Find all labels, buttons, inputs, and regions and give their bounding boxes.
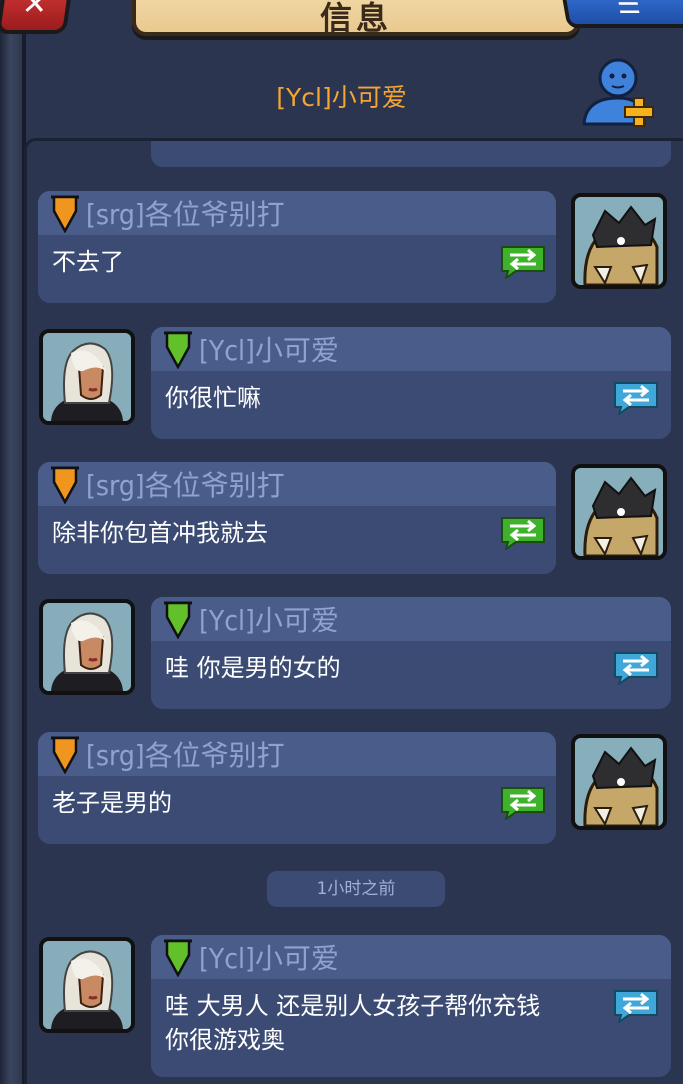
avatar-partner[interactable] <box>39 937 135 1033</box>
message-header: [srg]各位爷别打 <box>38 462 556 506</box>
settings-button[interactable]: ☰ <box>558 0 683 28</box>
message-bubble-partial <box>151 141 671 167</box>
sender-name: [Ycl]小可爱 <box>199 942 339 975</box>
white-hair-girl-avatar-image <box>43 603 131 691</box>
message-header: [Ycl]小可爱 <box>151 597 671 641</box>
sender-name: [srg]各位爷别打 <box>86 198 285 231</box>
message-text: 除非你包首冲我就去 <box>52 519 268 547</box>
message-bubble: [srg]各位爷别打 除非你包首冲我就去 <box>38 462 556 574</box>
rock-creature-avatar-image <box>575 738 663 826</box>
close-icon: ✕ <box>20 0 51 22</box>
message-text: 不去了 <box>52 248 124 276</box>
rock-creature-avatar-image <box>575 468 663 556</box>
rank-flag-icon <box>164 601 192 639</box>
share-arrows-icon[interactable] <box>498 243 548 279</box>
timestamp-chip: 1小时之前 <box>267 871 445 907</box>
share-arrows-icon[interactable] <box>498 514 548 550</box>
share-arrows-icon[interactable] <box>611 987 661 1023</box>
rank-flag-icon <box>51 466 79 504</box>
avatar-partner[interactable] <box>39 329 135 425</box>
menu-icon: ☰ <box>614 0 643 20</box>
share-arrows-icon[interactable] <box>498 784 548 820</box>
message-header: [srg]各位爷别打 <box>38 732 556 776</box>
rank-flag-icon <box>164 331 192 369</box>
chat-message-list[interactable]: [srg]各位爷别打 不去了 [Ycl]小可爱 你很忙嘛 [srg]各位爷别打 … <box>24 138 683 1084</box>
message-text: 哇 你是男的女的 <box>165 654 341 682</box>
close-button[interactable]: ✕ <box>0 0 75 34</box>
sender-name: [srg]各位爷别打 <box>86 739 285 772</box>
avatar-opponent[interactable] <box>571 193 667 289</box>
add-friend-icon[interactable] <box>578 58 660 128</box>
avatar-opponent[interactable] <box>571 464 667 560</box>
message-bubble: [srg]各位爷别打 不去了 <box>38 191 556 303</box>
left-frame <box>0 0 26 1084</box>
white-hair-girl-avatar-image <box>43 333 131 421</box>
message-text: 老子是男的 <box>52 789 172 817</box>
title-banner: 信息 <box>132 0 580 36</box>
sender-name: [Ycl]小可爱 <box>199 604 339 637</box>
share-arrows-icon[interactable] <box>611 379 661 415</box>
message-bubble: [Ycl]小可爱 你很忙嘛 <box>151 327 671 439</box>
message-bubble: [srg]各位爷别打 老子是男的 <box>38 732 556 844</box>
message-text: 你很忙嘛 <box>165 384 261 412</box>
avatar-partner[interactable] <box>39 599 135 695</box>
rank-flag-icon <box>164 939 192 977</box>
page-title: 信息 <box>319 0 392 37</box>
rank-flag-icon <box>51 736 79 774</box>
message-bubble: [Ycl]小可爱 哇 大男人 还是别人女孩子帮你充钱 你很游戏奥 <box>151 935 671 1077</box>
rank-flag-icon <box>51 195 79 233</box>
rock-creature-avatar-image <box>575 197 663 285</box>
message-header: [Ycl]小可爱 <box>151 327 671 371</box>
message-header: [srg]各位爷别打 <box>38 191 556 235</box>
sender-name: [srg]各位爷别打 <box>86 469 285 502</box>
message-text: 哇 大男人 还是别人女孩子帮你充钱 你很游戏奥 <box>151 979 671 1067</box>
message-bubble: [Ycl]小可爱 哇 你是男的女的 <box>151 597 671 709</box>
white-hair-girl-avatar-image <box>43 941 131 1029</box>
avatar-opponent[interactable] <box>571 734 667 830</box>
message-text-line: 你很游戏奥 <box>165 1026 285 1054</box>
sender-name: [Ycl]小可爱 <box>199 334 339 367</box>
message-header: [Ycl]小可爱 <box>151 935 671 979</box>
message-text-line: 哇 大男人 还是别人女孩子帮你充钱 <box>165 992 541 1020</box>
share-arrows-icon[interactable] <box>611 649 661 685</box>
